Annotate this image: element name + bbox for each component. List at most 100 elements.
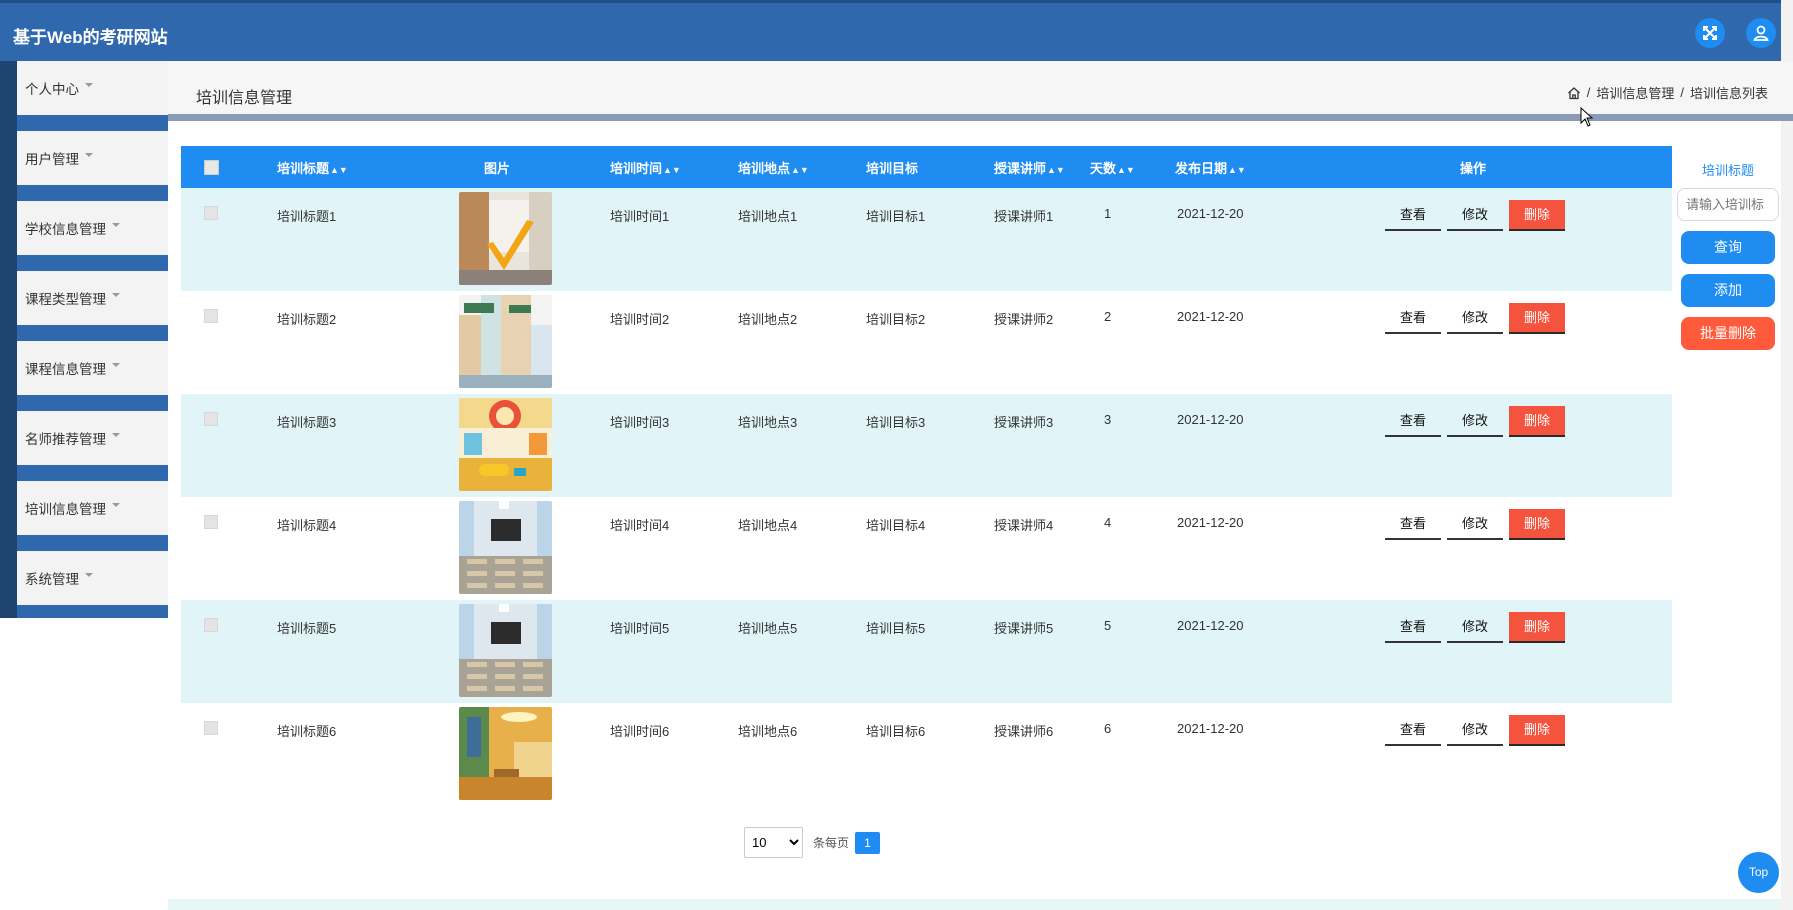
training-image[interactable] [459,501,552,594]
user-button[interactable] [1746,18,1776,48]
cell-time: 培训时间5 [610,621,670,636]
back-to-top-button[interactable]: Top [1738,852,1779,893]
cell-days: 4 [1104,515,1112,530]
delete-button[interactable]: 删除 [1509,303,1565,334]
sort-icon: ▲▼ [330,164,348,175]
training-image[interactable] [459,295,552,388]
training-image[interactable] [459,398,552,491]
cell-teacher: 授课讲师2 [994,312,1054,327]
caret-down-icon [112,223,120,227]
training-image[interactable] [459,604,552,697]
training-image[interactable] [459,192,552,285]
query-button[interactable]: 查询 [1681,231,1775,264]
cell-date: 2021-12-20 [1177,412,1244,427]
sidebar-item-label: 培训信息管理 [25,502,106,517]
cell-teacher: 授课讲师4 [994,518,1054,533]
breadcrumb-separator: / [1586,85,1591,100]
delete-button[interactable]: 删除 [1509,715,1565,746]
column-header[interactable]: 天数▲▼ [1076,146,1175,188]
table-header: 培训标题▲▼ 图片 培训时间▲▼ 培训地点▲▼ 培训目标 授课讲师▲▼ 天数▲▼… [181,146,1672,188]
column-header: 操作 [1460,160,1487,176]
cell-goal: 培训目标5 [866,621,926,636]
select-all-checkbox[interactable] [204,160,219,176]
cell-days: 6 [1104,721,1112,736]
edit-button[interactable]: 修改 [1447,303,1503,334]
row-checkbox[interactable] [204,309,218,323]
page-size-select[interactable]: 10 [744,827,803,858]
cell-days: 1 [1104,206,1112,221]
cell-date: 2021-12-20 [1177,721,1244,736]
sidebar-item-label: 课程信息管理 [25,362,106,377]
fullscreen-button[interactable] [1695,18,1725,48]
sidebar-item-system[interactable]: 系统管理 [0,551,168,618]
sidebar-item-school-info[interactable]: 学校信息管理 [0,201,168,271]
view-button[interactable]: 查看 [1385,715,1441,746]
edit-button[interactable]: 修改 [1447,715,1503,746]
cell-title: 培训标题4 [277,518,337,533]
cell-time: 培训时间2 [610,312,670,327]
sidebar-item-teacher-recommend[interactable]: 名师推荐管理 [0,411,168,481]
cell-date: 2021-12-20 [1177,515,1244,530]
search-input[interactable] [1677,188,1779,221]
edit-button[interactable]: 修改 [1447,200,1503,231]
view-button[interactable]: 查看 [1385,612,1441,643]
view-button[interactable]: 查看 [1385,509,1441,540]
batch-delete-button[interactable]: 批量删除 [1681,317,1775,350]
view-button[interactable]: 查看 [1385,200,1441,231]
caret-down-icon [112,293,120,297]
sidebar-item-training-info[interactable]: 培训信息管理 [0,481,168,551]
row-checkbox[interactable] [204,412,218,426]
cell-place: 培训地点4 [738,518,798,533]
sidebar-item-label: 名师推荐管理 [25,432,106,447]
edit-button[interactable]: 修改 [1447,509,1503,540]
cell-time: 培训时间3 [610,415,670,430]
sidebar-item-user-management[interactable]: 用户管理 [0,131,168,201]
cell-goal: 培训目标3 [866,415,926,430]
table-row: 培训标题5 培训时间5 培训地点5 培训目标5 授课讲师5 5 2021-12-20 查看 修改… [181,600,1672,703]
delete-button[interactable]: 删除 [1509,406,1565,437]
training-table: 培训标题▲▼ 图片 培训时间▲▼ 培训地点▲▼ 培训目标 授课讲师▲▼ 天数▲▼… [181,146,1672,806]
mouse-cursor-icon [1580,107,1594,127]
breadcrumb-level2: 培训信息列表 [1689,86,1768,101]
column-header[interactable]: 培训时间▲▼ [596,146,724,188]
row-checkbox[interactable] [204,206,218,220]
home-icon[interactable] [1567,86,1581,100]
cell-date: 2021-12-20 [1177,618,1244,633]
cell-date: 2021-12-20 [1177,206,1244,221]
sidebar: 个人中心 用户管理 学校信息管理 课程类型管理 课程信息管理 名师推荐管理 培训… [0,61,168,618]
view-button[interactable]: 查看 [1385,406,1441,437]
caret-down-icon [85,83,93,87]
row-checkbox[interactable] [204,515,218,529]
cell-title: 培训标题2 [277,312,337,327]
edit-button[interactable]: 修改 [1447,406,1503,437]
cell-time: 培训时间1 [610,209,670,224]
fullscreen-icon [1703,26,1717,40]
breadcrumb-level1[interactable]: 培训信息管理 [1596,83,1674,102]
sidebar-item-course-type[interactable]: 课程类型管理 [0,271,168,341]
row-checkbox[interactable] [204,618,218,632]
page-number-button[interactable]: 1 [855,831,881,854]
sidebar-item-personal-center[interactable]: 个人中心 [0,61,168,131]
column-header[interactable]: 培训地点▲▼ [724,146,852,188]
column-header[interactable]: 授课讲师▲▼ [980,146,1076,188]
breadcrumb-separator: / [1680,85,1684,100]
row-checkbox[interactable] [204,721,218,735]
table-row: 培训标题3 培训时间3 培训地点3 培训目标3 授课讲师3 3 2021-12-20 查看 修改… [181,394,1672,497]
sidebar-item-course-info[interactable]: 课程信息管理 [0,341,168,411]
table-row: 培训标题1 培训时间1 培训地点1 培训目标1 授课讲师1 1 2021-12-20 查看 修改… [181,188,1672,291]
sidebar-item-label: 用户管理 [25,152,79,167]
edit-button[interactable]: 修改 [1447,612,1503,643]
delete-button[interactable]: 删除 [1509,612,1565,643]
delete-button[interactable]: 删除 [1509,200,1565,231]
column-header[interactable]: 发布日期▲▼ [1175,146,1295,188]
view-button[interactable]: 查看 [1385,303,1441,334]
breadcrumb: / 培训信息管理 / 培训信息列表 [1567,83,1768,102]
user-icon [1753,25,1769,41]
caret-down-icon [112,503,120,507]
breadcrumb-bar: 培训信息管理 / 培训信息管理 / 培训信息列表 [168,61,1793,114]
training-image[interactable] [459,707,552,800]
column-header[interactable]: 培训标题▲▼ [277,146,420,188]
add-button[interactable]: 添加 [1681,274,1775,307]
cell-teacher: 授课讲师3 [994,415,1054,430]
delete-button[interactable]: 删除 [1509,509,1565,540]
